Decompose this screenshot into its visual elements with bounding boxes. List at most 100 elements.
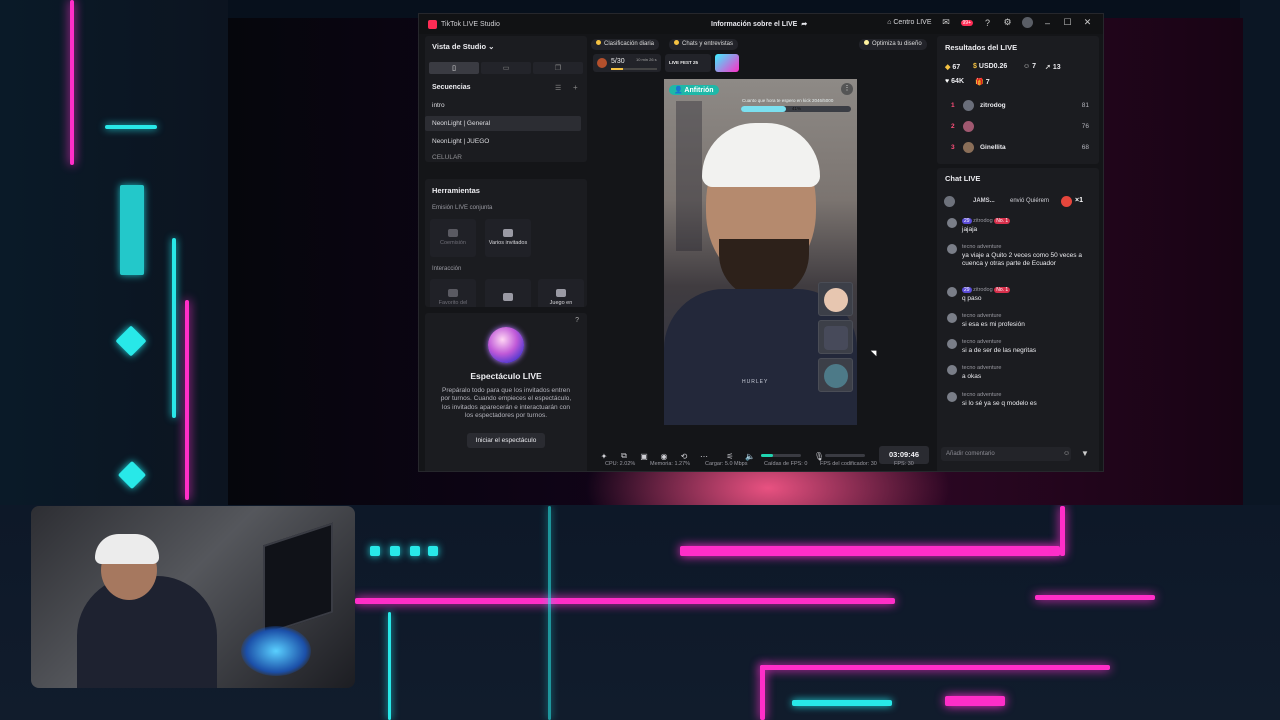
avatar [947,365,957,375]
live-info-label: Información sobre el LIVE [711,20,798,28]
memory-usage: Memoria: 1.27% [650,461,691,467]
neon-line [548,506,551,720]
cohost-section-label: Emisión LIVE conjunta [432,205,493,211]
game-tool-label: Juego en [549,300,573,307]
add-icon[interactable]: + [573,83,578,92]
live-chat-panel: Chat LIVE JAMS... envió Quiérem ×1 29 zi… [937,168,1099,471]
live-results-panel: Resultados del LIVE ◆ 67 $ USD0.26 ☺ 7 ➚ 13 … [937,36,1099,164]
viewers-stat: ☺ 7 [1023,63,1036,70]
tiktok-logo-icon [428,19,437,29]
dual-mode-icon[interactable]: ❐ [533,62,583,74]
live-info-button[interactable]: Información sobre el LIVE ➦ [711,20,807,29]
chat-icon [674,40,679,45]
viewers-icon: ☺ [1023,63,1031,70]
notification-icon[interactable]: ✉ [941,17,952,28]
fps: FPS: 30 [894,461,914,467]
rank-number: 3 [951,144,955,151]
neon-dot [370,546,380,556]
guest-slot-1[interactable] [818,282,853,316]
centro-live-button[interactable]: ⌂ Centro LIVE [887,19,931,26]
comment-input[interactable]: Añadir comentario [941,447,1071,461]
daily-ranking-chip[interactable]: Clasificación diaria [591,39,660,50]
live-video-preview[interactable]: HURLEY 👤 Anfitrión ⋮ Cuanto que hora te … [664,79,857,425]
gift-sender: JAMS... [973,198,995,204]
neon-dot [410,546,420,556]
avatar [947,218,957,228]
optimize-design-label: Optimiza tu diseño [872,41,922,47]
shares-stat: ➚ 13 [1045,63,1061,71]
gift-notification: JAMS... envió Quiérem ×1 [940,194,1096,210]
likes-value: 64K [951,78,964,85]
avatar[interactable] [1022,17,1033,28]
mic-slider[interactable] [825,454,865,457]
upload-rate: Cargar: 5.0 Mbps [705,461,748,467]
help-icon[interactable]: ? [575,317,579,324]
guest-avatar [823,288,848,312]
sequence-item-general[interactable]: NeonLight | General [425,116,581,131]
live-studio-window: TikTok LIVE Studio Información sobre el … [418,13,1104,472]
guest-slot-3[interactable] [818,358,853,392]
sequence-item-juego[interactable]: NeonLight | JUEGO [425,134,581,149]
settings-gear-icon[interactable]: ⚙ [1002,17,1013,28]
studio-view-dropdown[interactable]: Vista de Studio ⌄ [432,42,494,51]
help-icon[interactable]: ? [982,17,993,28]
chat-title: Chat LIVE [945,174,981,183]
neon-line [760,665,1110,670]
sequence-item-intro[interactable]: intro [425,98,581,113]
rgb-light [241,626,311,676]
chat-username: zitrodog [973,218,993,224]
sequences-title: Secuencias [432,84,471,91]
list-icon[interactable]: ☰ [555,84,561,92]
avatar [947,392,957,402]
live-show-card: ? Espectáculo LIVE Prepáralo todo para q… [425,313,587,471]
user-icon: 👤 [674,87,683,94]
guest-slot-2[interactable] [818,320,853,354]
share-icon: ➚ [1045,64,1051,71]
live-goal-widget[interactable]: 5/30 10 min 26 s [593,54,661,72]
chevron-down-icon: ⌄ [488,42,495,51]
chat-text: q paso [962,295,982,302]
neon-dot [390,546,400,556]
neon-line [945,696,1005,706]
multi-guest-button[interactable]: Varios invitados [485,219,531,257]
ranking-row[interactable]: 2 76 [937,119,1099,135]
sequence-item-celular[interactable]: CELULAR [425,150,581,162]
close-icon[interactable]: ✕ [1082,17,1093,28]
chat-text: si esa es mi profesión [962,321,1025,328]
guest-avatar [823,326,848,350]
neon-line [70,0,74,165]
maximize-icon[interactable]: ☐ [1062,17,1073,28]
neon-line [792,700,892,706]
link-icon [448,229,458,238]
optimize-design-chip[interactable]: Optimiza tu diseño [859,39,927,50]
studio-view-panel: Vista de Studio ⌄ ▯ ▭ ❐ Secuencias ☰ + i… [425,36,587,162]
portrait-mode-icon[interactable]: ▯ [429,62,479,74]
volume-slider[interactable] [761,454,801,457]
disco-ball-icon [488,327,524,363]
more-options-icon[interactable]: ⋮ [841,83,853,95]
coemision-button[interactable]: Coemisión [430,219,476,257]
chats-chip[interactable]: Chats y entrevistas [669,39,739,50]
chat-text: si lo sé ya se q modelo es [962,400,1037,407]
start-show-button[interactable]: Iniciar el espectáculo [466,432,546,448]
live-results-title: Resultados del LIVE [945,43,1018,52]
filter-icon[interactable]: ▼ [1081,449,1089,458]
ranking-row[interactable]: 1 zitrodog 81 [937,98,1099,114]
minimize-icon[interactable]: – [1042,17,1053,28]
ranking-row[interactable]: 3 Ginellita 68 [937,140,1099,156]
rank-score: 76 [1081,123,1089,130]
landscape-mode-icon[interactable]: ▭ [481,62,531,74]
favorite-tool-button[interactable]: Favorito del [430,279,476,307]
rank-name: Ginellita [980,144,1006,151]
shirt-print: HURLEY [742,379,769,385]
live-fest-banner[interactable]: LIVE FEST 25 [665,54,711,72]
usd-stat: $ USD0.26 [973,63,1007,70]
streamer-cap [702,123,820,187]
chat-username: tecno adventure [962,365,1002,371]
emoji-icon[interactable]: ☺ [1063,450,1070,457]
chat-text: jajaja [962,226,978,233]
likes-stat: ♥ 64K [945,78,964,85]
game-tool-button[interactable]: Juego en [538,279,584,307]
interaction-tool-button[interactable] [485,279,531,307]
chat-username: tecno adventure [962,313,1002,319]
